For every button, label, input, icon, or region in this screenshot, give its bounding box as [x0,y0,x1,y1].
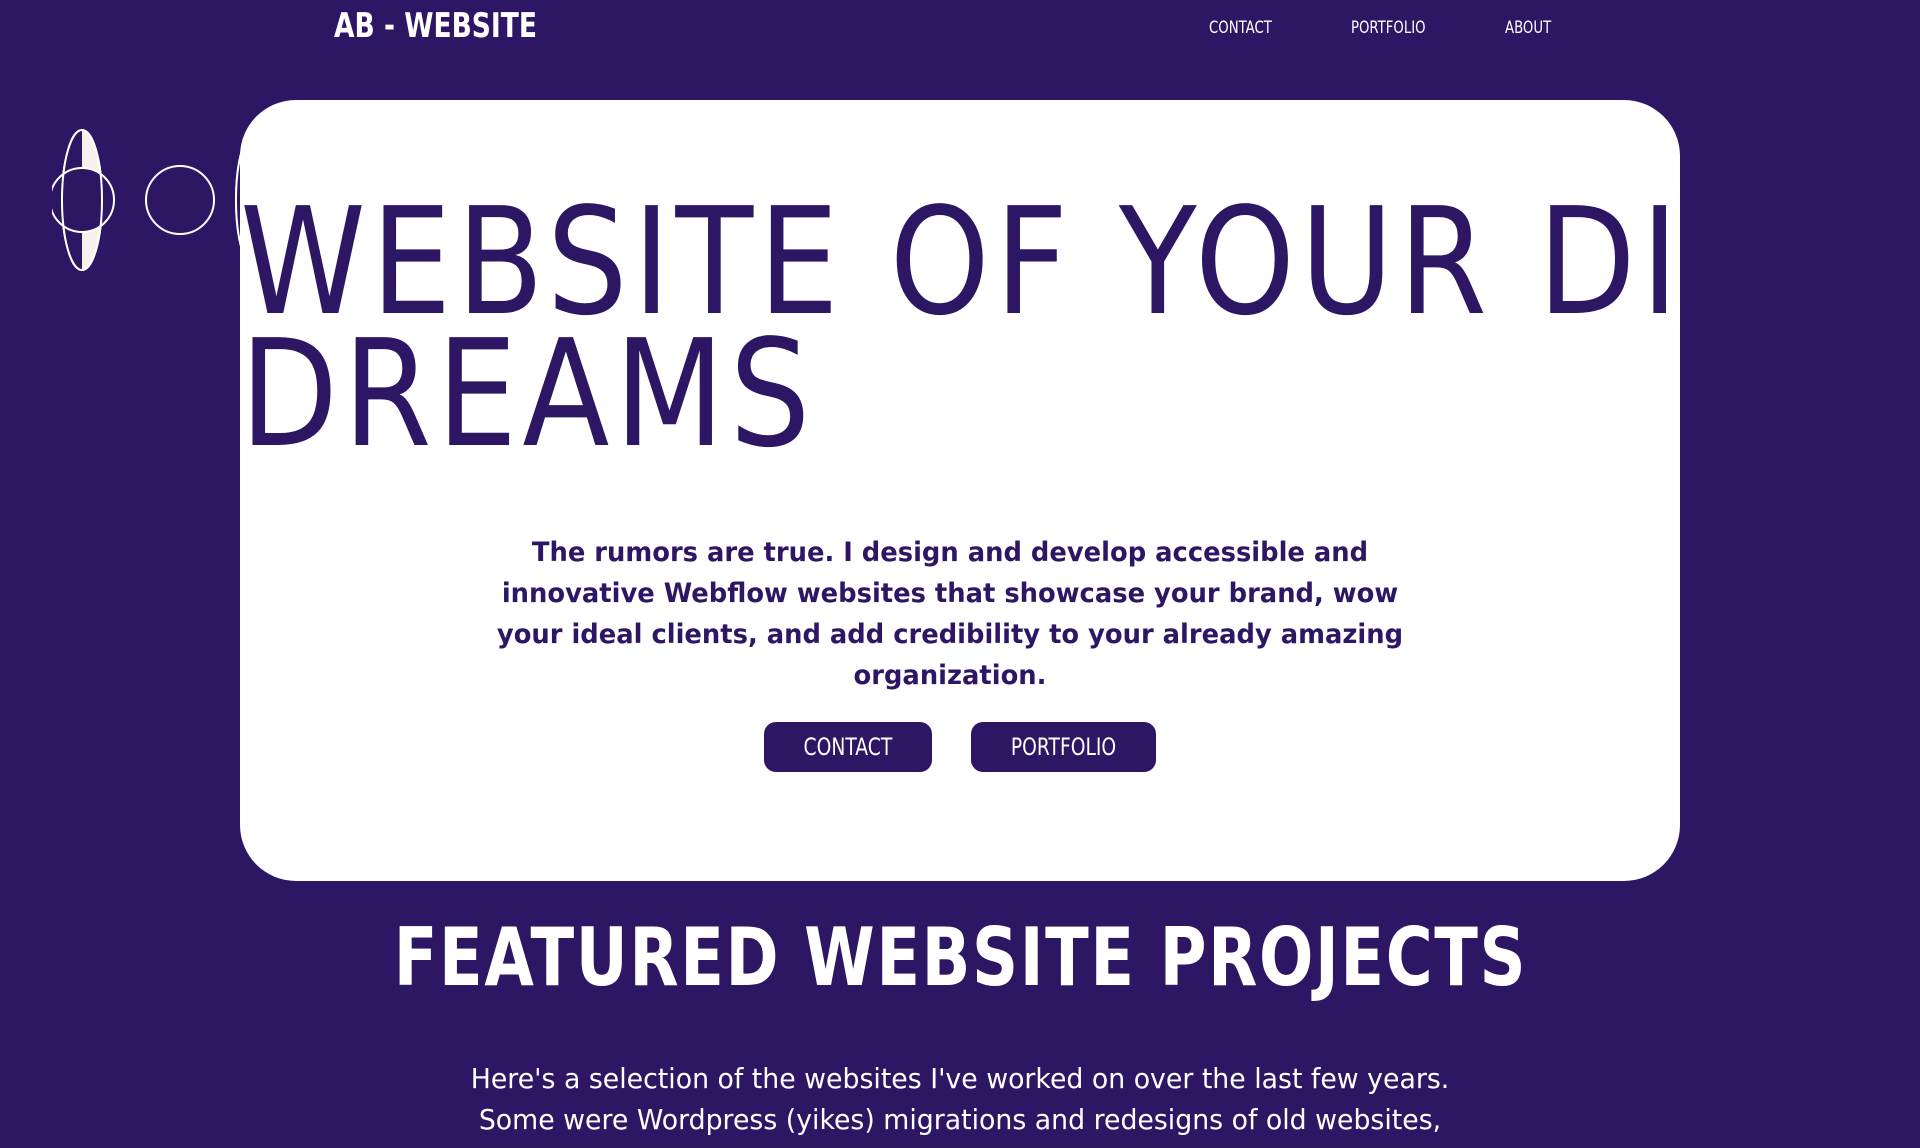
contact-button-label: CONTACT [803,733,893,761]
site-logo[interactable]: AB - WEBSITE [334,6,537,46]
contact-button[interactable]: CONTACT [764,722,932,772]
hero-title: WEBSITE OF YOUR DIGITAL DREAMS [240,188,1680,468]
portfolio-button[interactable]: PORTFOLIO [971,722,1156,772]
featured-projects-title: FEATURED WEBSITE PROJECTS [0,910,1920,1006]
nav-link-contact[interactable]: CONTACT [1209,18,1272,38]
hero-description: The rumors are true. I design and develo… [496,537,1404,691]
nav-link-portfolio[interactable]: PORTFOLIO [1351,18,1426,38]
page: AB - WEBSITE CONTACT PORTFOLIO ABOUT WEB… [0,0,1920,1148]
nav-link-about[interactable]: ABOUT [1505,18,1551,38]
featured-projects-intro: Here's a selection of the websites I've … [470,1062,1450,1136]
site-header: AB - WEBSITE CONTACT PORTFOLIO ABOUT [0,0,1920,60]
portfolio-button-label: PORTFOLIO [1010,733,1117,761]
featured-projects-title-text: FEATURED WEBSITE PROJECTS [393,911,1527,1004]
hero-card: WEBSITE OF YOUR DIGITAL DREAMS The rumor… [240,100,1680,881]
